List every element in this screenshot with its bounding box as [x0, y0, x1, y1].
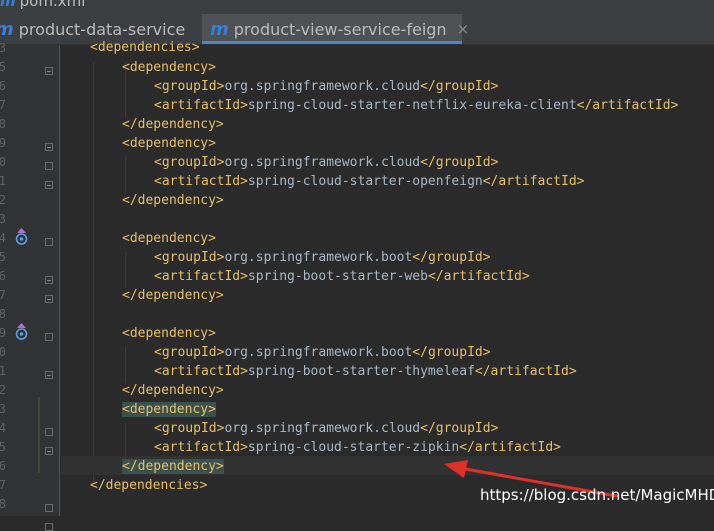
- matched-tag: <dependency>: [122, 402, 216, 417]
- tab-label: product-data-service: [18, 19, 186, 39]
- code-line: </dependency>: [122, 193, 224, 208]
- active-tab-underline: [202, 41, 462, 44]
- line-number: 5: [0, 60, 6, 74]
- fold-marker[interactable]: [45, 504, 53, 512]
- fold-marker[interactable]: [45, 238, 53, 246]
- line-number: 9: [0, 136, 6, 150]
- line-number: 6: [0, 269, 6, 283]
- maven-icon: m: [0, 0, 16, 10]
- code-line: <groupId>org.springframework.cloud</grou…: [154, 155, 499, 170]
- line-number: 7: [0, 288, 6, 302]
- line-number: 2: [0, 383, 6, 397]
- indent-guide: [125, 252, 126, 288]
- navigate-up-icon[interactable]: [15, 323, 28, 341]
- code-line: </dependency>: [122, 288, 224, 303]
- fold-marker[interactable]: [45, 162, 53, 170]
- navigate-up-icon[interactable]: [15, 228, 28, 246]
- code-line: <groupId>org.springframework.cloud</grou…: [154, 421, 499, 436]
- maven-icon: m: [210, 18, 229, 40]
- indent-guide: [93, 62, 94, 482]
- code-line: </dependencies>: [90, 478, 208, 493]
- code-line: </dependency>: [122, 457, 224, 476]
- line-number: 0: [0, 345, 6, 359]
- code-line: <dependency>: [122, 231, 216, 246]
- tab-product-view-service-feign[interactable]: m product-view-service-feign ×: [202, 14, 469, 44]
- line-number: 2: [0, 193, 6, 207]
- code-line: <dependency>: [122, 326, 216, 341]
- code-line: <dependency>: [122, 60, 216, 75]
- line-number: 3: [0, 41, 6, 55]
- gutter-separator: [59, 45, 60, 516]
- maven-icon: m: [0, 19, 14, 40]
- fold-marker[interactable]: [45, 67, 53, 75]
- fold-marker[interactable]: [45, 428, 53, 436]
- fold-marker[interactable]: [45, 143, 53, 151]
- fold-marker[interactable]: [45, 181, 53, 189]
- fold-marker[interactable]: [45, 371, 53, 379]
- line-number: 6: [0, 459, 6, 473]
- matched-tag: </dependency>: [122, 459, 224, 474]
- line-number: 4: [0, 421, 6, 435]
- code-line: <dependencies>: [90, 40, 200, 55]
- gutter: 3 5 6 7 8 9 0 1 2 3 4 5 6 7 8 9 0 1 2 3 …: [0, 41, 78, 531]
- code-line: <artifactId>spring-cloud-starter-netflix…: [154, 98, 679, 113]
- line-number: 8: [0, 307, 6, 321]
- code-line: <dependency>: [122, 136, 216, 151]
- tab-label: product-view-service-feign: [233, 19, 447, 39]
- line-number: 9: [0, 326, 6, 340]
- fold-marker[interactable]: [45, 333, 53, 341]
- line-number: 5: [0, 440, 6, 454]
- fold-marker[interactable]: [45, 295, 53, 303]
- indent-guide: [125, 423, 126, 459]
- line-number: 1: [0, 364, 6, 378]
- code-line: <groupId>org.springframework.boot</group…: [154, 250, 491, 265]
- code-line: <groupId>org.springframework.cloud</grou…: [154, 79, 499, 94]
- indent-guide: [125, 157, 126, 193]
- line-number: 3: [0, 402, 6, 416]
- code-line: <artifactId>spring-boot-starter-web</art…: [154, 269, 530, 284]
- fold-marker[interactable]: [45, 523, 53, 531]
- close-icon[interactable]: ×: [457, 20, 470, 38]
- line-number: 5: [0, 250, 6, 264]
- line-number: 8: [0, 117, 6, 131]
- code-line: <groupId>org.springframework.boot</group…: [154, 345, 491, 360]
- line-number: 4: [0, 231, 6, 245]
- line-number: 3: [0, 212, 6, 226]
- line-number: 1: [0, 174, 6, 188]
- line-number: 7: [0, 478, 6, 492]
- code-line: <artifactId>spring-cloud-starter-openfei…: [154, 174, 585, 189]
- line-number: 6: [0, 79, 6, 93]
- top-file-label[interactable]: m pom.xml: [0, 0, 85, 11]
- line-number: 0: [0, 155, 6, 169]
- vcs-change-marker[interactable]: [38, 397, 40, 473]
- fold-marker[interactable]: [45, 276, 53, 284]
- indent-guide: [125, 347, 126, 383]
- code-line: <dependency>: [122, 400, 216, 419]
- fold-marker[interactable]: [45, 447, 53, 455]
- line-number: 7: [0, 98, 6, 112]
- code-line: </dependency>: [122, 383, 224, 398]
- line-number: 8: [0, 497, 6, 511]
- top-file-strip: m pom.xml: [0, 0, 714, 14]
- code-line: </dependency>: [122, 117, 224, 132]
- code-line: <artifactId>spring-boot-starter-thymelea…: [154, 364, 577, 379]
- watermark: https://blog.csdn.net/MagicMHD: [480, 486, 714, 504]
